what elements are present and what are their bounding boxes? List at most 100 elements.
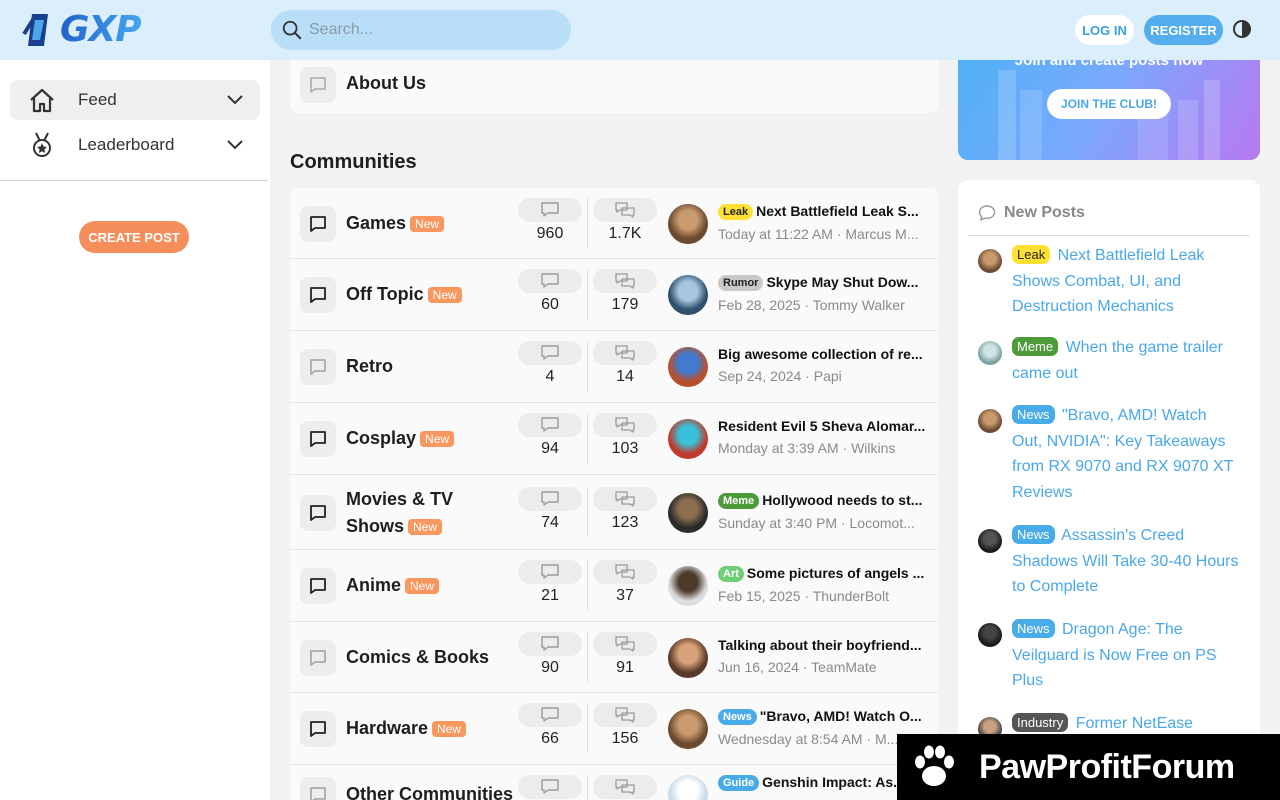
about-us-card[interactable]: About Us [290,60,938,113]
community-row[interactable]: Hardware New 66 156 News "Bravo, AMD! Watch O… [290,693,938,765]
community-row[interactable]: Games New 960 1.7K Leak Next Battlefield Leak… [290,188,938,259]
login-button[interactable]: LOG IN [1075,15,1134,45]
community-row[interactable]: Other Communities Guide Genshin Impact: As… [290,765,938,800]
new-posts-header: New Posts [978,204,1085,222]
latest-post[interactable]: Resident Evil 5 Sheva Alomar... Monday at… [718,418,930,456]
threads-pill [593,487,657,511]
latest-post-title[interactable]: Hollywood needs to st... [762,492,922,508]
latest-post[interactable]: Meme Hollywood needs to st... Sunday at 3:… [718,492,930,531]
messages-stat: 66 [518,703,582,748]
latest-post[interactable]: Leak Next Battlefield Leak S... Today at 1… [718,203,930,242]
messages-pill [518,560,582,584]
user-avatar[interactable] [978,341,1002,365]
messages-count: 94 [541,440,559,457]
latest-post-title[interactable]: Genshin Impact: As... [762,774,905,790]
chevron-down-icon[interactable] [226,92,244,108]
sidebar-item-leaderboard[interactable]: Leaderboard [10,125,260,165]
latest-post[interactable]: Art Some pictures of angels ... Feb 15, 20… [718,565,930,604]
user-avatar[interactable] [668,709,708,749]
watermark-banner: PawProfitForum [897,734,1280,800]
latest-post-title[interactable]: Next Battlefield Leak S... [756,203,919,219]
paw-icon [915,745,954,786]
latest-post-title[interactable]: Some pictures of angels ... [747,565,924,581]
communities-heading: Communities [290,151,417,173]
new-post-text[interactable]: News Assassin's Creed Shadows Will Take … [1012,523,1240,600]
threads-pill [593,560,657,584]
user-avatar[interactable] [668,566,708,606]
user-avatar[interactable] [978,249,1002,273]
user-avatar[interactable] [668,204,708,244]
search-icon [282,20,302,40]
new-post-text[interactable]: News Dragon Age: The Veilguard is Now Fr… [1012,617,1240,694]
community-title[interactable]: Hardware New [346,715,516,742]
community-row[interactable]: Retro 4 14 Big awesome collection of re... S… [290,331,938,403]
join-club-button[interactable]: JOIN THE CLUB! [1047,89,1171,119]
chat-bubble-icon [310,721,326,737]
chevron-down-icon[interactable] [226,137,244,153]
new-post-title: Former NetEase [1075,715,1194,732]
latest-post-title[interactable]: "Bravo, AMD! Watch O... [760,708,922,724]
threads-stat: 103 [593,413,657,458]
user-avatar[interactable] [978,529,1002,553]
latest-post-title[interactable]: Big awesome collection of re... [718,346,923,362]
latest-post-line: Rumor Skype May Shut Dow... [718,274,930,291]
latest-post[interactable]: Talking about their boyfriend... Jun 16, … [718,637,930,675]
user-avatar[interactable] [668,275,708,315]
community-title[interactable]: Games New [346,210,516,237]
chat-bubble-icon [310,359,326,375]
new-post-text[interactable]: News "Bravo, AMD! Watch Out, NVIDIA": Ke… [1012,403,1240,505]
search-bar[interactable] [271,10,571,50]
community-title[interactable]: Off Topic New [346,281,516,308]
user-avatar[interactable] [668,775,708,800]
community-icon-box [300,568,336,604]
community-row[interactable]: Anime New 21 37 Art Some pictures of angels .… [290,550,938,622]
community-icon-box [300,349,336,385]
community-title[interactable]: Comics & Books [346,644,516,671]
latest-post[interactable]: Rumor Skype May Shut Dow... Feb 28, 2025 ·… [718,274,930,313]
community-title[interactable]: Other Communities [346,781,516,800]
new-badge: New [420,431,455,447]
latest-post[interactable]: Big awesome collection of re... Sep 24, 2… [718,346,930,384]
post-tag: News [718,709,757,725]
new-badge: New [432,721,467,737]
community-title[interactable]: Anime New [346,572,516,599]
post-tag: Meme [718,493,760,509]
community-title[interactable]: Cosplay New [346,425,516,452]
theme-toggle-icon[interactable] [1232,19,1252,39]
stat-divider [587,632,588,682]
sidebar-item-feed[interactable]: Feed [10,80,260,120]
new-post-text[interactable]: Industry Former NetEase [1012,711,1240,737]
user-avatar[interactable] [668,419,708,459]
new-posts-divider [968,235,1250,236]
community-row[interactable]: Off Topic New 60 179 Rumor Skype May Shut Dow… [290,259,938,331]
post-tag: Leak [1012,245,1051,264]
latest-post-title[interactable]: Skype May Shut Dow... [766,274,918,290]
latest-post-title[interactable]: Resident Evil 5 Sheva Alomar... [718,418,925,434]
latest-post-title[interactable]: Talking about their boyfriend... [718,637,922,653]
community-row[interactable]: Movies & TV Shows New 74 123 Meme Hollywood n… [290,475,938,550]
community-title[interactable]: Movies & TV Shows New [346,486,476,540]
create-post-button[interactable]: CREATE POST [79,221,189,253]
community-title[interactable]: Retro [346,353,516,380]
user-avatar[interactable] [978,623,1002,647]
post-tag: News [1012,525,1055,544]
threads-stat: 14 [593,341,657,386]
message-icon [541,707,559,722]
community-row[interactable]: Comics & Books 90 91 Talking about their bo… [290,622,938,693]
user-avatar[interactable] [668,347,708,387]
stat-divider [587,269,588,319]
site-logo[interactable]: GXP [22,10,142,50]
new-post-text[interactable]: Meme When the game trailer came out [1012,335,1240,386]
new-post-text[interactable]: Leak Next Battlefield Leak Shows Combat,… [1012,243,1240,320]
messages-pill [518,413,582,437]
community-icon-box [300,777,336,800]
user-avatar[interactable] [668,638,708,678]
medal-icon [33,132,51,157]
latest-post-meta: Jun 16, 2024 · TeamMate [718,659,877,675]
user-avatar[interactable] [978,409,1002,433]
threads-stat: 123 [593,487,657,532]
search-input[interactable] [309,21,549,39]
user-avatar[interactable] [668,493,708,533]
community-row[interactable]: Cosplay New 94 103 Resident Evil 5 Sheva Alo… [290,403,938,475]
register-button[interactable]: REGISTER [1144,15,1223,45]
